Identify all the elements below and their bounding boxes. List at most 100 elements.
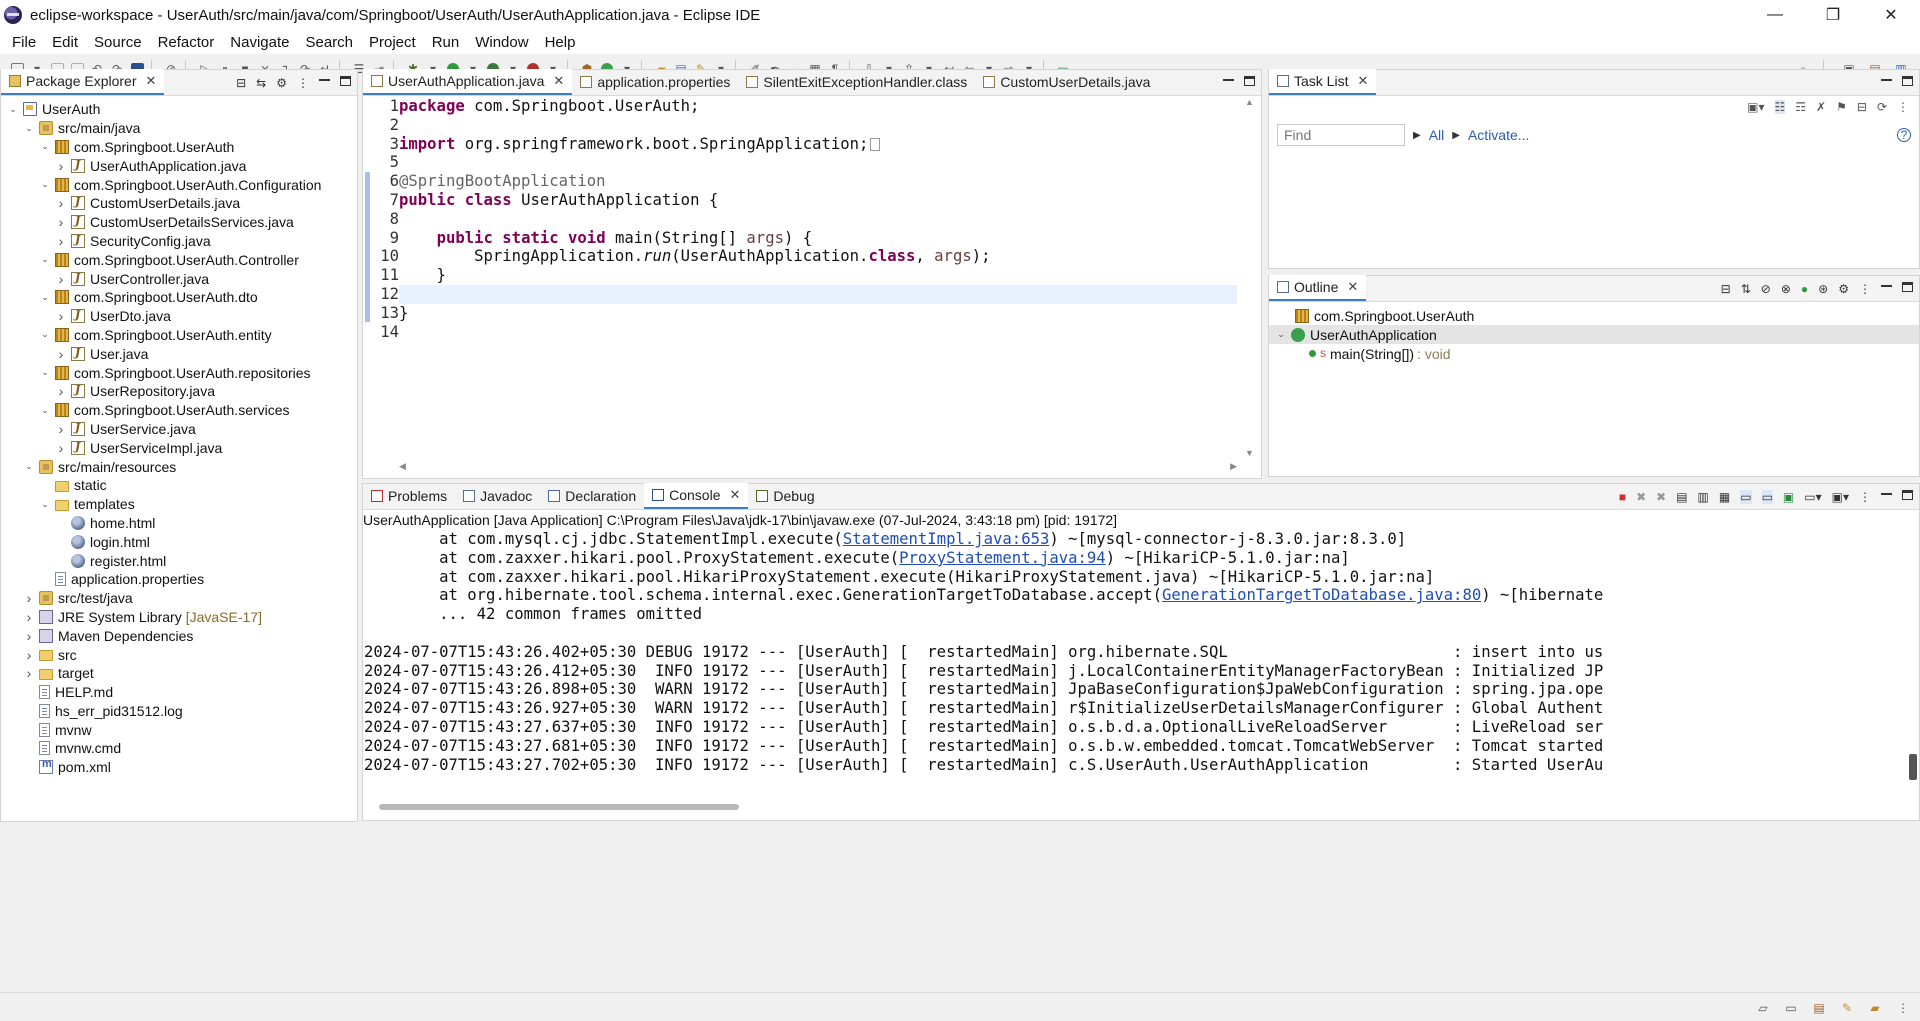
chevron-right-icon[interactable]: ›	[23, 665, 35, 681]
console-tab[interactable]: Javadoc	[455, 483, 540, 509]
chevron-right-icon[interactable]: ›	[23, 628, 35, 644]
chevron-down-icon[interactable]: ⌄	[23, 123, 35, 134]
view-menu-icon[interactable]: ⋮	[297, 76, 309, 90]
tree-item[interactable]: › src/test/java	[1, 589, 357, 608]
show-console-output-icon[interactable]: ▥	[1698, 490, 1709, 504]
hide-fields-icon[interactable]: ⊘	[1761, 282, 1771, 296]
hide-static-icon[interactable]: ⊗	[1781, 282, 1791, 296]
menu-source[interactable]: Source	[86, 34, 150, 51]
tree-item[interactable]: ⌄ com.Springboot.UserAuth.dto	[1, 288, 357, 307]
progress-icon[interactable]: ▱	[1754, 999, 1772, 1017]
trim-menu-icon[interactable]: ⋮	[1894, 999, 1912, 1017]
editor-tab[interactable]: CustomUserDetails.java	[975, 69, 1158, 95]
trim-java-icon[interactable]: ▰	[1866, 999, 1884, 1017]
folded-imports-icon[interactable]	[870, 137, 881, 151]
tab-outline[interactable]: Outline ✕	[1269, 275, 1367, 301]
maximize-view-icon[interactable]	[1902, 76, 1913, 86]
chevron-down-icon[interactable]: ⌄	[39, 405, 51, 416]
tree-item[interactable]: mvnw.cmd	[1, 739, 357, 758]
minimize-view-icon[interactable]	[1881, 79, 1892, 82]
menu-edit[interactable]: Edit	[44, 34, 86, 51]
tree-item[interactable]: › UserAuthApplication.java	[1, 156, 357, 175]
tree-item[interactable]: › User.java	[1, 344, 357, 363]
chevron-right-icon[interactable]: ›	[55, 271, 67, 287]
tree-item[interactable]: ⌄ UserAuth	[1, 100, 357, 119]
remove-all-terminated-icon[interactable]: ✖	[1656, 490, 1666, 504]
tree-item[interactable]: › CustomUserDetailsServices.java	[1, 213, 357, 232]
hide-non-public-icon[interactable]: ●	[1801, 282, 1808, 296]
tree-item[interactable]: ⌄ com.Springboot.UserAuth.entity	[1, 326, 357, 345]
chevron-right-icon[interactable]: ›	[23, 590, 35, 606]
chevron-right-icon[interactable]: ›	[55, 308, 67, 324]
activate-dropdown-icon[interactable]: ▶	[1452, 130, 1460, 141]
tree-item[interactable]: › SecurityConfig.java	[1, 232, 357, 251]
console-tab[interactable]: Debug	[748, 483, 822, 509]
editor-tab[interactable]: UserAuthApplication.java ✕	[363, 69, 573, 95]
minimize-view-icon[interactable]	[1881, 493, 1892, 496]
scroll-lock-icon[interactable]: ▤	[1676, 490, 1687, 504]
hide-local-types-icon[interactable]: ⊛	[1818, 282, 1828, 296]
view-menu-icon[interactable]: ⋮	[1897, 100, 1909, 114]
editor-horizontal-scrollbar[interactable]: ◀ ▶	[399, 458, 1237, 478]
outline-view-icon[interactable]: ▭	[1782, 999, 1800, 1017]
new-task-icon[interactable]: ▣▾	[1747, 100, 1764, 114]
link-with-editor-icon[interactable]: ⇆	[256, 76, 266, 90]
tree-item[interactable]: › target	[1, 664, 357, 683]
collapse-all-icon[interactable]: ⊟	[1721, 282, 1731, 296]
tree-item[interactable]: › Maven Dependencies	[1, 626, 357, 645]
code-area[interactable]: package com.Springboot.UserAuth; import …	[399, 97, 1237, 458]
tree-item[interactable]: mvnw	[1, 720, 357, 739]
all-dropdown-icon[interactable]: ▶	[1413, 130, 1421, 141]
chevron-down-icon[interactable]: ⌄	[7, 104, 19, 115]
editor-tab[interactable]: SilentExitExceptionHandler.class	[738, 69, 975, 95]
categorized-icon[interactable]: ☷	[1774, 100, 1786, 114]
chevron-right-icon[interactable]: ›	[55, 233, 67, 249]
tree-item[interactable]: HELP.md	[1, 683, 357, 702]
sort-icon[interactable]: ⇅	[1741, 282, 1751, 296]
close-icon[interactable]: ✕	[553, 73, 564, 89]
outline-method[interactable]: S main(String[]) : void	[1269, 344, 1919, 363]
tree-item[interactable]: home.html	[1, 514, 357, 533]
close-button[interactable]: ✕	[1862, 0, 1920, 30]
maximize-button[interactable]: ❐	[1804, 0, 1862, 30]
menu-search[interactable]: Search	[297, 34, 361, 51]
code-line[interactable]	[399, 210, 1237, 229]
tree-item[interactable]: pom.xml	[1, 758, 357, 777]
chevron-down-icon[interactable]: ⌄	[39, 254, 51, 265]
code-line[interactable]	[399, 116, 1237, 135]
code-line[interactable]: SpringApplication.run(UserAuthApplicatio…	[399, 247, 1237, 266]
show-my-tasks-icon[interactable]: ⚑	[1836, 100, 1847, 114]
help-icon[interactable]: ?	[1897, 128, 1911, 142]
console-output[interactable]: at com.mysql.cj.jdbc.StatementImpl.execu…	[363, 530, 1903, 798]
trim-edit-icon[interactable]: ✎	[1838, 999, 1856, 1017]
chevron-right-icon[interactable]: ›	[23, 647, 35, 663]
chevron-right-icon[interactable]: ›	[55, 214, 67, 230]
filter-icon[interactable]: ⚙	[276, 76, 287, 90]
remove-launch-icon[interactable]: ✖	[1636, 490, 1646, 504]
minimize-view-icon[interactable]	[1881, 285, 1892, 288]
pin-console-icon[interactable]: ▣	[1783, 490, 1794, 504]
tree-item[interactable]: ⌄ src/main/resources	[1, 457, 357, 476]
menu-help[interactable]: Help	[537, 34, 584, 51]
tree-item[interactable]: › src	[1, 645, 357, 664]
view-menu-icon[interactable]: ⋮	[1859, 490, 1871, 504]
tree-item[interactable]: › JRE System Library [JavaSE-17]	[1, 608, 357, 627]
tree-item[interactable]: ⌄ com.Springboot.UserAuth.Configuration	[1, 175, 357, 194]
tree-item[interactable]: ⌄ templates	[1, 495, 357, 514]
stacktrace-link[interactable]: GenerationTargetToDatabase.java:80	[1162, 586, 1481, 604]
code-line[interactable]	[399, 323, 1237, 342]
tree-item[interactable]: ⌄ src/main/java	[1, 119, 357, 138]
close-icon[interactable]: ✕	[146, 73, 157, 89]
code-line[interactable]: import org.springframework.boot.SpringAp…	[399, 135, 1237, 154]
minimize-view-icon[interactable]	[319, 79, 330, 82]
show-stderr-icon[interactable]: ▭	[1761, 490, 1773, 504]
tree-item[interactable]: › UserController.java	[1, 269, 357, 288]
tree-item[interactable]: hs_err_pid31512.log	[1, 702, 357, 721]
all-link[interactable]: All	[1429, 127, 1445, 143]
focus-icon[interactable]: ⚙	[1838, 282, 1849, 296]
console-tab[interactable]: Console ✕	[644, 483, 749, 509]
terminate-icon[interactable]: ■	[1619, 490, 1626, 504]
show-stdout-icon[interactable]: ▭	[1740, 490, 1752, 504]
open-console-icon[interactable]: ▣▾	[1832, 490, 1849, 504]
chevron-down-icon[interactable]: ⌄	[39, 292, 51, 303]
